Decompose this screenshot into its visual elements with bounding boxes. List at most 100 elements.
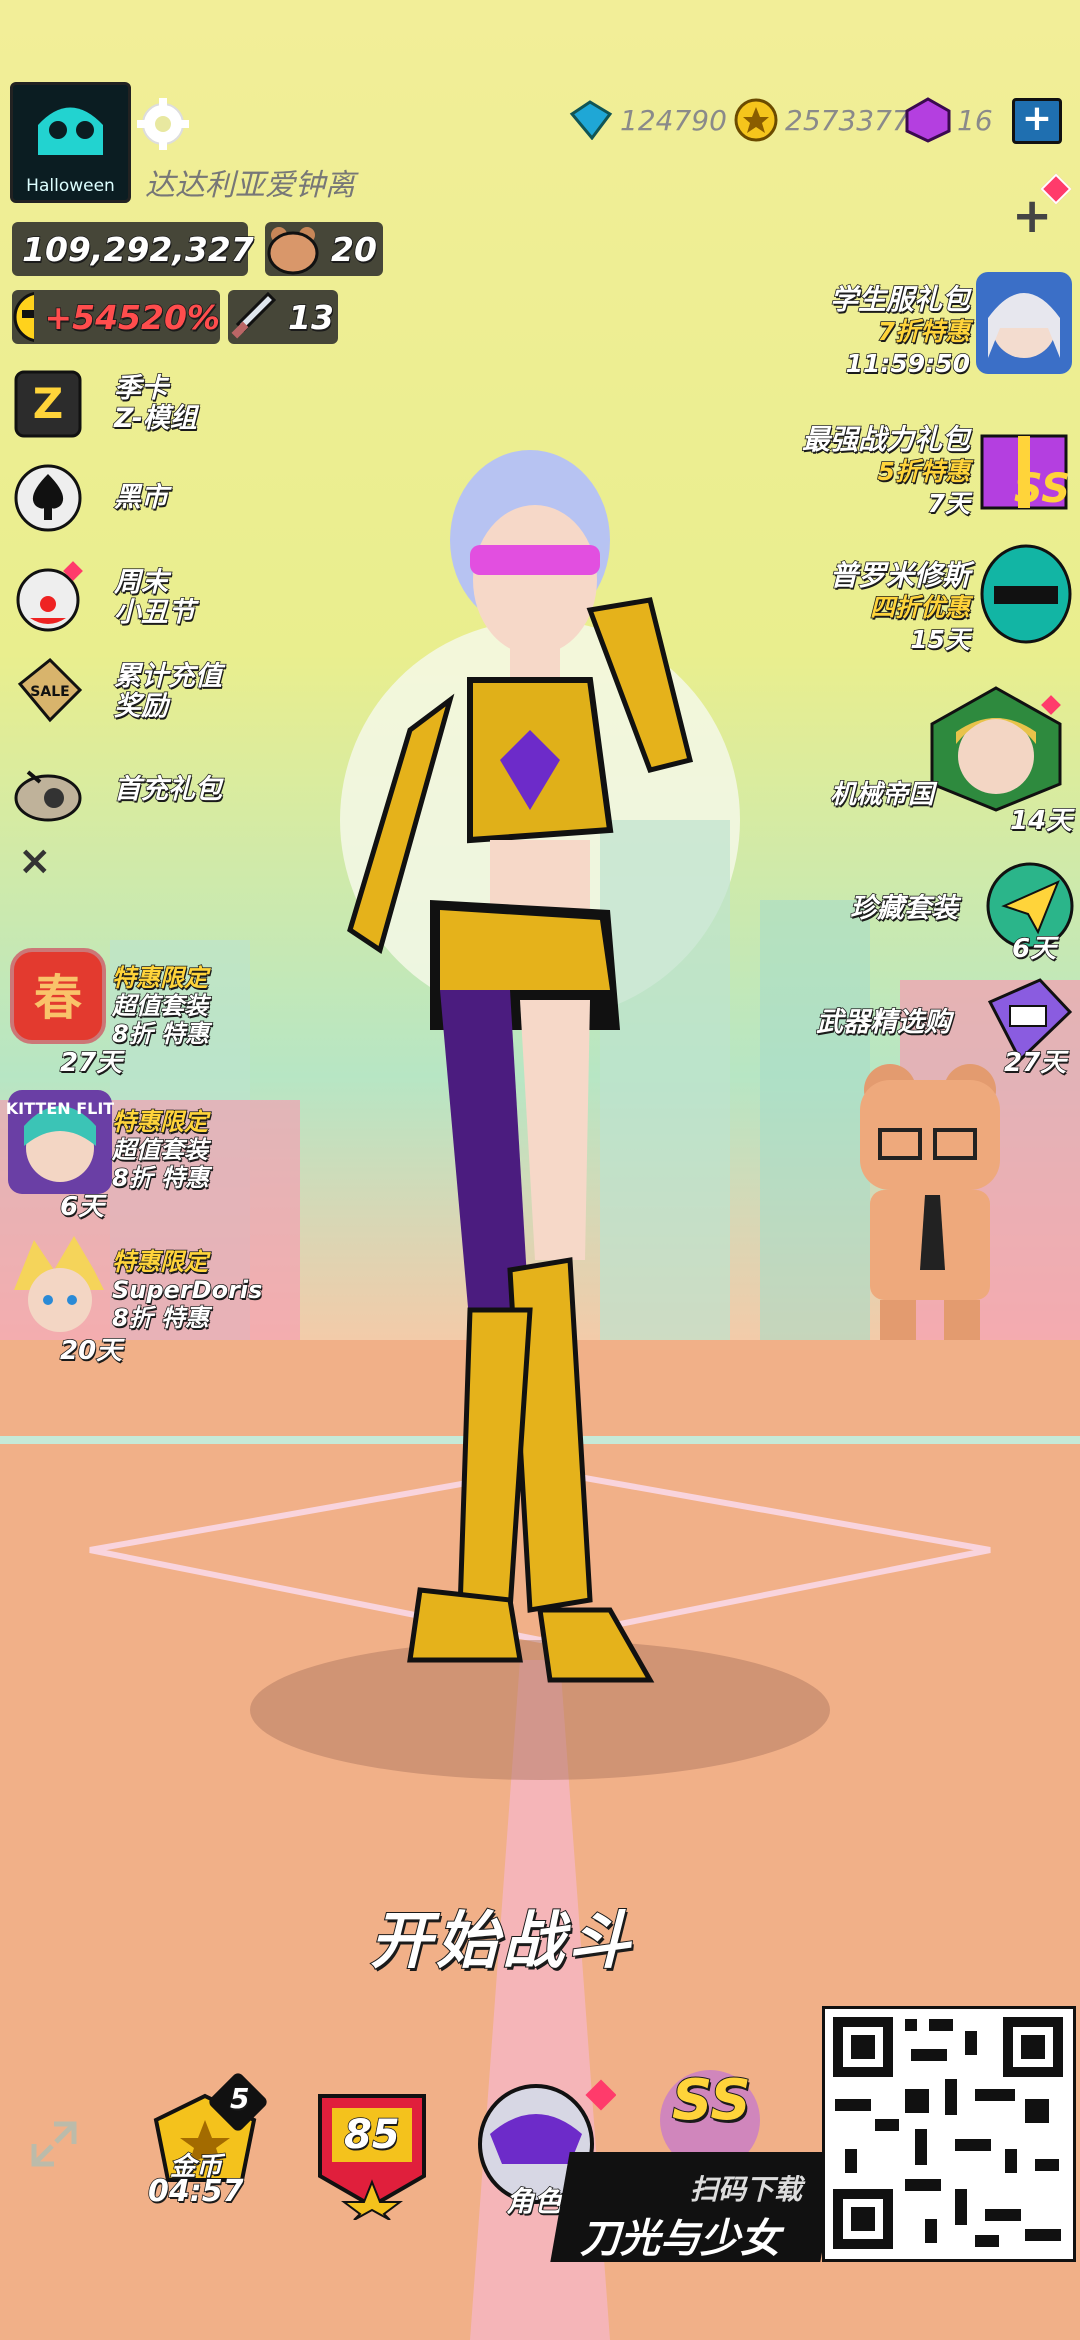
offer-prometheus-days: 15天	[909, 624, 970, 655]
clown-festival-button[interactable]: 周末 小丑节	[10, 558, 196, 638]
promo-kitten-title: 特惠限定	[111, 1107, 209, 1137]
offer-strongest-pack[interactable]: SS 最强战力礼包 5折特惠 7天	[740, 402, 1080, 522]
student-uniform-portrait-icon	[976, 272, 1072, 374]
offer-collection-set[interactable]: 珍藏套装 6天	[840, 856, 1080, 976]
ss-badge: SS	[1014, 466, 1070, 512]
svg-text:KITTEN FLIT: KITTEN FLIT	[6, 1099, 114, 1118]
player-avatar[interactable]: Halloween	[10, 82, 131, 203]
pouch-icon	[14, 770, 82, 822]
promo-kitten-pack[interactable]: KITTEN FLIT 特惠限定 超值套装 8折 特惠 6天	[0, 1082, 240, 1223]
offer-student-timer: 11:59:50	[845, 348, 971, 379]
avatar-label: Halloween	[26, 176, 115, 196]
emoji-face-icon	[13, 291, 35, 343]
promo-spring-line3: 8折 特惠	[111, 1019, 210, 1049]
bonus-value: +54520%	[44, 297, 221, 338]
first-recharge-button[interactable]: 首充礼包	[10, 750, 223, 830]
bear-mascot	[860, 1064, 1000, 1340]
offer-machine-title: 机械帝国	[829, 779, 935, 811]
crystal-counter: 16	[905, 95, 993, 145]
level-button[interactable]: 85	[310, 2080, 434, 2220]
clown-festival-label-2: 小丑节	[113, 597, 196, 629]
black-market-label: 黑市	[113, 482, 169, 514]
start-battle-button[interactable]: 开始战斗	[369, 1890, 634, 1980]
first-recharge-label: 首充礼包	[113, 774, 223, 806]
crystal-icon	[905, 97, 951, 143]
offer-prometheus-sub: 四折优惠	[869, 592, 971, 623]
pet-stat[interactable]: 20	[265, 222, 383, 276]
bonus-stat[interactable]: +54520%	[12, 290, 221, 344]
weapon-value: 13	[287, 297, 334, 338]
topup-button[interactable]: +	[1012, 98, 1062, 144]
promo-spring-title: 特惠限定	[111, 963, 209, 993]
recharge-reward-label-1: 累计充值	[113, 661, 223, 693]
offer-student-uniform[interactable]: 学生服礼包 7折特惠 11:59:50	[760, 262, 1080, 382]
ss-label: SS	[671, 2067, 752, 2134]
offer-student-sub: 7折特惠	[877, 316, 971, 347]
offer-machine-days: 14天	[1009, 805, 1073, 837]
offer-prometheus[interactable]: 普罗米修斯 四折优惠 15天	[760, 540, 1080, 660]
gold-badge: 5	[229, 2081, 250, 2116]
expand-menu-button[interactable]: +	[1012, 188, 1052, 244]
offer-strongest-days: 7天	[927, 488, 971, 519]
clown-icon	[16, 561, 83, 632]
expand-icon[interactable]	[24, 2114, 84, 2174]
z-module-icon: Z	[14, 370, 82, 438]
offer-collection-title: 珍藏套装	[849, 892, 959, 925]
level-value: 85	[343, 2111, 400, 2159]
offer-collection-days: 6天	[1011, 933, 1057, 965]
offer-weapon-title: 武器精选购	[815, 1006, 952, 1039]
promo-spring-pack[interactable]: 春 特惠限定 超值套装 8折 特惠 27天	[0, 940, 240, 1080]
season-pass-label-2: Z-模组	[113, 403, 197, 435]
season-pass-button[interactable]: Z 季卡 Z-模组	[10, 364, 198, 444]
weapon-stat[interactable]: 13	[228, 290, 338, 344]
promo-kitten-line2: 超值套装	[111, 1135, 209, 1165]
promo-kitten-days: 6天	[59, 1191, 105, 1223]
spring-pack-icon: 春	[10, 948, 106, 1044]
promo-superdoris-title: 特惠限定	[111, 1247, 209, 1277]
machine-empire-portrait-icon	[930, 686, 1062, 812]
gold-timer: 04:57	[147, 2173, 244, 2210]
season-pass-label-1: 季卡	[113, 373, 168, 405]
ghost-avatar-icon	[38, 107, 103, 155]
bear-icon	[267, 227, 319, 275]
promo-superdoris-pack[interactable]: 特惠限定 SuperDoris 8折 特惠 20天	[0, 1226, 263, 1367]
recharge-reward-button[interactable]: SALE 累计充值 奖励	[10, 652, 223, 732]
collapse-menu-button[interactable]: ×	[18, 838, 52, 884]
sword-icon	[231, 291, 277, 339]
svg-text:SALE: SALE	[30, 684, 69, 700]
game-title-watermark: 刀光与少女	[580, 2216, 780, 2262]
gems-counter: 124790	[568, 95, 727, 145]
gold-coin-icon	[734, 98, 778, 142]
helmet-icon	[980, 544, 1072, 644]
promo-superdoris-days: 20天	[59, 1335, 123, 1367]
offer-weapon-select[interactable]: 武器精选购 27天	[815, 970, 1080, 1090]
trophy-stat[interactable]: 109,292,327	[12, 222, 254, 276]
gem-icon	[569, 100, 613, 140]
svg-text:春: 春	[34, 970, 82, 1026]
character-label: 角色	[505, 2184, 563, 2219]
player-name: 达达利亚爱钟离	[145, 168, 355, 203]
gems-value: 124790	[620, 103, 727, 137]
crystal-value: 16	[957, 103, 993, 137]
game-scene: Halloween 达达利亚爱钟离 124790 2573377 16 + + …	[0, 0, 1080, 2340]
clown-festival-label-1: 周末	[113, 567, 169, 599]
sale-tag-icon: SALE	[17, 657, 83, 723]
offer-prometheus-title: 普罗米修斯	[829, 559, 971, 593]
gear-icon[interactable]	[135, 96, 191, 152]
offer-machine-empire[interactable]: 机械帝国 14天	[800, 680, 1080, 837]
ss-gacha-button[interactable]: SS	[640, 2060, 780, 2160]
main-character[interactable]	[320, 430, 740, 1760]
svg-text:Z: Z	[33, 379, 63, 428]
offer-strongest-title: 最强战力礼包	[801, 423, 971, 457]
gold-collect-button[interactable]: 5 金币 04:57	[140, 2070, 270, 2210]
gift-box-icon: SS	[980, 434, 1070, 512]
promo-spring-line2: 超值套装	[111, 991, 209, 1021]
promo-superdoris-line2: SuperDoris	[111, 1275, 263, 1305]
qr-code[interactable]	[822, 2006, 1076, 2262]
pet-value: 20	[330, 229, 377, 270]
gold-value: 2573377	[785, 103, 910, 137]
spade-icon	[14, 464, 82, 532]
trophy-value: 109,292,327	[21, 229, 254, 270]
black-market-button[interactable]: 黑市	[10, 458, 169, 538]
scan-download-label: 扫码下载	[690, 2173, 803, 2206]
